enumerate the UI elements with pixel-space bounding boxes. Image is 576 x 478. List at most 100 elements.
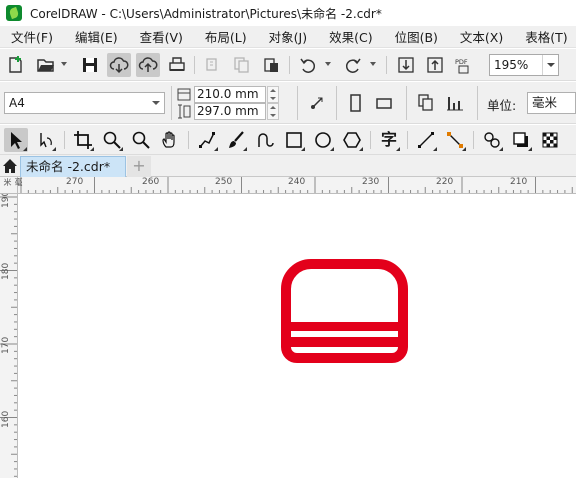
text-tool-glyph: 字 [380, 130, 397, 149]
page-options-button[interactable] [305, 91, 329, 115]
portrait-button[interactable] [343, 91, 367, 115]
landscape-button[interactable] [372, 91, 396, 115]
rectangle-tool[interactable] [282, 128, 306, 152]
menu-view[interactable]: 查看(V) [129, 27, 194, 46]
print-button[interactable] [165, 53, 189, 77]
pan-tool[interactable] [158, 128, 182, 152]
page-size-value: A4 [9, 96, 25, 110]
ruler-label: 210 [510, 177, 528, 187]
vertical-ruler[interactable]: 190 180 170 160 [0, 194, 18, 478]
shape-tool[interactable] [33, 128, 57, 152]
flyout-indicator-icon [499, 147, 503, 151]
freehand-tool[interactable] [195, 128, 219, 152]
smart-drawing-tool[interactable] [253, 128, 277, 152]
flyout-indicator-icon [396, 147, 400, 151]
zoom-tool[interactable] [100, 128, 124, 152]
zoom-out-tool[interactable] [129, 128, 153, 152]
menu-bitmaps[interactable]: 位图(B) [384, 27, 449, 46]
ruler-unit-label: 毫米 [3, 178, 23, 186]
page-size-dropdown-icon[interactable] [148, 93, 164, 113]
page-width-field[interactable]: 210.0 mm [194, 86, 266, 103]
copy-button[interactable] [230, 53, 254, 77]
toolbox-separator [473, 131, 474, 149]
shape-stripe-bottom[interactable] [286, 337, 403, 347]
cut-icon [206, 58, 217, 71]
zoom-dropdown-icon[interactable] [542, 55, 558, 75]
menu-edit[interactable]: 编辑(E) [64, 27, 129, 46]
burger-shape-drawing[interactable] [281, 259, 408, 363]
property-separator [297, 86, 298, 120]
property-separator [336, 86, 337, 120]
import-button[interactable] [394, 53, 418, 77]
page-height-spinner[interactable] [267, 103, 279, 120]
page-height-field[interactable]: 297.0 mm [194, 103, 266, 120]
document-tab-bar: 未命名 -2.cdr* + [0, 155, 576, 177]
zoom-level-select[interactable]: 195% [489, 54, 559, 76]
connector-tool[interactable] [443, 128, 467, 152]
drop-shadow-tool[interactable] [509, 128, 533, 152]
cloud-download-button[interactable] [107, 53, 131, 77]
home-icon [3, 159, 17, 173]
undo-icon [300, 58, 316, 73]
ruler-label: 160 [1, 410, 11, 428]
pick-tool[interactable] [4, 128, 28, 152]
paste-button[interactable] [259, 53, 283, 77]
export-button[interactable] [423, 53, 447, 77]
property-bar: A4 210.0 mm 297.0 mm 单位: 毫米 [0, 82, 576, 124]
current-page-button[interactable] [443, 91, 467, 115]
new-tab-button[interactable]: + [127, 156, 151, 177]
cloud-upload-button[interactable] [136, 53, 160, 77]
artistic-media-tool[interactable] [224, 128, 248, 152]
shape-stripe-top[interactable] [286, 322, 403, 331]
open-dropdown-icon[interactable] [61, 62, 67, 66]
menu-table[interactable]: 表格(T) [514, 27, 576, 46]
text-tool[interactable]: 字 [377, 128, 401, 152]
units-select[interactable]: 毫米 [527, 92, 576, 114]
import-icon [398, 57, 414, 73]
flyout-indicator-icon [462, 147, 466, 151]
flyout-indicator-icon [243, 147, 247, 151]
menu-file[interactable]: 文件(F) [0, 27, 64, 46]
page-width-spinner[interactable] [267, 86, 279, 103]
transparency-tool[interactable] [538, 128, 562, 152]
page-size-select[interactable]: A4 [4, 92, 165, 114]
flyout-indicator-icon [301, 147, 305, 151]
print-icon [169, 57, 185, 71]
menu-effects[interactable]: 效果(C) [318, 27, 383, 46]
open-button[interactable] [34, 53, 58, 77]
menu-text[interactable]: 文本(X) [449, 27, 514, 46]
horizontal-ruler[interactable]: 270 260 250 240 230 220 210 [0, 177, 576, 194]
ruler-label: 240 [288, 177, 306, 187]
new-document-button[interactable] [4, 53, 28, 77]
save-icon [83, 58, 97, 72]
flyout-indicator-icon [433, 147, 437, 151]
document-tab[interactable]: 未命名 -2.cdr* [20, 156, 126, 177]
ruler-label: 270 [66, 177, 84, 187]
menu-layout[interactable]: 布局(L) [194, 27, 258, 46]
page-width-row: 210.0 mm [176, 86, 291, 103]
copy-icon [234, 57, 249, 73]
ruler-label: 260 [142, 177, 160, 187]
page-options-icon [311, 97, 323, 109]
save-button[interactable] [78, 53, 102, 77]
ellipse-tool[interactable] [311, 128, 335, 152]
all-pages-button[interactable] [414, 91, 438, 115]
parallel-dimension-tool[interactable] [414, 128, 438, 152]
redo-dropdown-icon[interactable] [370, 62, 376, 66]
ruler-origin[interactable]: 毫米 [0, 177, 23, 194]
undo-button[interactable] [296, 53, 320, 77]
flyout-indicator-icon [214, 147, 218, 151]
toolbar-separator [386, 56, 387, 74]
crop-tool[interactable] [71, 128, 95, 152]
undo-dropdown-icon[interactable] [325, 62, 331, 66]
redo-button[interactable] [341, 53, 365, 77]
page-height-row: 297.0 mm [176, 103, 291, 120]
polygon-tool[interactable] [340, 128, 364, 152]
ruler-label: 180 [1, 262, 11, 280]
publish-pdf-button[interactable]: PDF [452, 53, 476, 77]
blend-tool[interactable] [480, 128, 504, 152]
cut-button[interactable] [201, 53, 225, 77]
menu-object[interactable]: 对象(J) [258, 27, 318, 46]
welcome-screen-tab[interactable] [0, 155, 20, 177]
toolbox-separator [407, 131, 408, 149]
